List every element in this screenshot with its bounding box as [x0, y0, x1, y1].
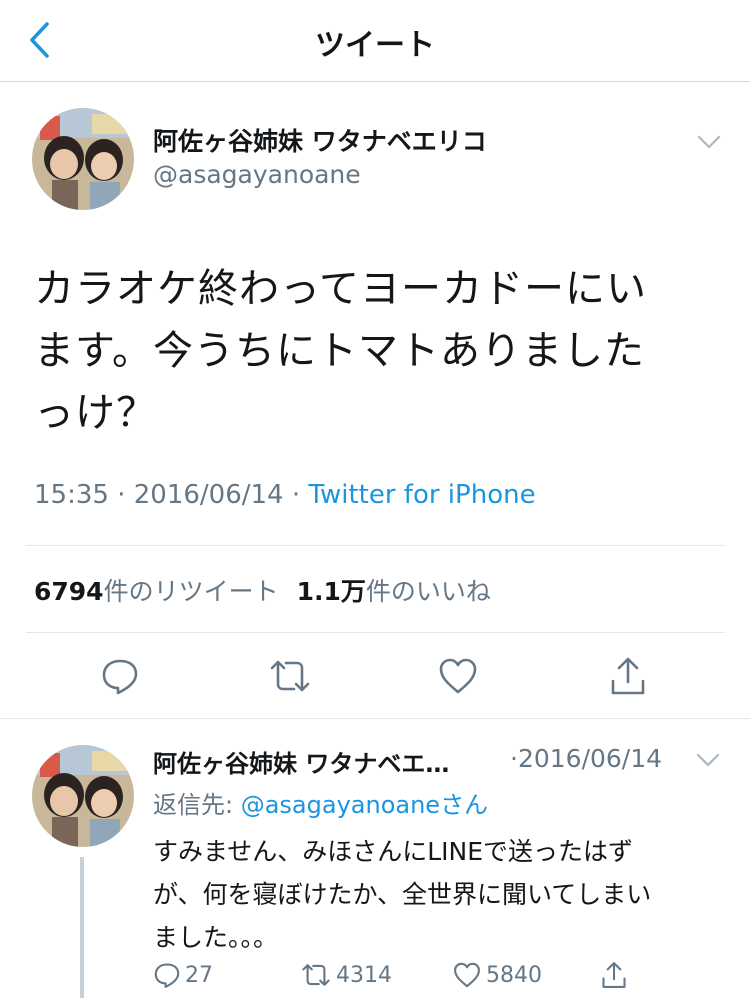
share-button[interactable]: [604, 652, 652, 700]
author-handle[interactable]: @asagayanoane: [153, 160, 361, 189]
tweet-text-line: ます。今うちにトマトありました: [34, 328, 645, 374]
like-label: 件のいいね: [365, 577, 491, 606]
share-icon: [611, 657, 645, 695]
reply-author-name[interactable]: 阿佐ヶ谷姉妹 ワタナベエ…: [153, 744, 449, 779]
author-name[interactable]: 阿佐ヶ谷姉妹 ワタナベエリコ: [153, 122, 487, 158]
divider: [26, 632, 725, 633]
tweet-meta: 15:35 · 2016/06/14 · Twitter for iPhone: [34, 480, 536, 510]
meta-separator: ·: [283, 480, 309, 510]
reply-to-suffix: さん: [440, 791, 489, 819]
reply-to-label: 返信先:: [153, 791, 241, 819]
like-button[interactable]: [434, 652, 482, 700]
page-title: ツイート: [315, 28, 435, 63]
chevron-down-icon: [697, 135, 721, 149]
reply-reply-button[interactable]: 27: [153, 958, 213, 992]
tweet-text: カラオケ終わってヨーカドーにい ます。今うちにトマトありました っけ？: [34, 258, 724, 444]
tweet-time: 15:35: [34, 480, 109, 510]
tweet-source-link[interactable]: Twitter for iPhone: [308, 480, 535, 510]
share-icon: [602, 962, 626, 988]
reply-avatar[interactable]: [32, 745, 134, 847]
like-icon: [454, 962, 480, 988]
tweet-stats: 6794件のリツイート 1.1万件のいいね: [34, 572, 491, 608]
tweet-text-line: っけ？: [34, 390, 157, 436]
reply-icon: [102, 659, 138, 695]
tweet-text-line: カラオケ終わってヨーカドーにい: [34, 266, 647, 312]
like-stat[interactable]: 1.1万件のいいね: [297, 577, 491, 606]
reply-text-line: すみません、みほさんにLINEで送ったはず: [153, 837, 634, 866]
thread-line: [80, 857, 84, 998]
reply-icon: [154, 963, 180, 988]
retweet-button[interactable]: [266, 652, 314, 700]
reply-button[interactable]: [96, 652, 144, 700]
retweet-icon: [302, 964, 330, 986]
navigation-bar: ツイート: [0, 0, 750, 82]
reply-to-line: 返信先: @asagayanoaneさん: [153, 785, 488, 820]
reply-like-count: 5840: [486, 962, 542, 988]
reply-menu-button[interactable]: [693, 748, 723, 772]
tweet-menu-button[interactable]: [694, 130, 724, 154]
reply-retweet-count: 4314: [336, 962, 392, 988]
reply-share-button[interactable]: [600, 958, 632, 992]
retweet-count: 6794: [34, 577, 104, 606]
retweet-stat[interactable]: 6794件のリツイート: [34, 577, 279, 606]
avatar[interactable]: [32, 108, 134, 210]
like-count: 1.1万: [296, 577, 366, 606]
reply-text-line: ました。。。: [153, 923, 279, 952]
tweet-date: 2016/06/14: [133, 480, 284, 510]
like-icon: [439, 658, 477, 694]
chevron-down-icon: [696, 753, 720, 767]
divider: [26, 545, 725, 546]
reply-to-handle[interactable]: @asagayanoane: [241, 791, 440, 819]
meta-separator: ·: [108, 480, 134, 510]
reply-text: すみません、みほさんにLINEで送ったはず が、何を寝ぼけたか、全世界に聞いてし…: [153, 830, 733, 959]
reply-reply-count: 27: [185, 962, 213, 988]
retweet-label: 件のリツイート: [103, 577, 279, 606]
reply-like-button[interactable]: 5840: [452, 958, 542, 992]
divider: [0, 718, 750, 719]
retweet-icon: [270, 660, 310, 692]
reply-date: ·2016/06/14: [510, 744, 663, 773]
reply-text-line: が、何を寝ぼけたか、全世界に聞いてしまい: [153, 880, 652, 909]
reply-retweet-button[interactable]: 4314: [300, 958, 392, 992]
